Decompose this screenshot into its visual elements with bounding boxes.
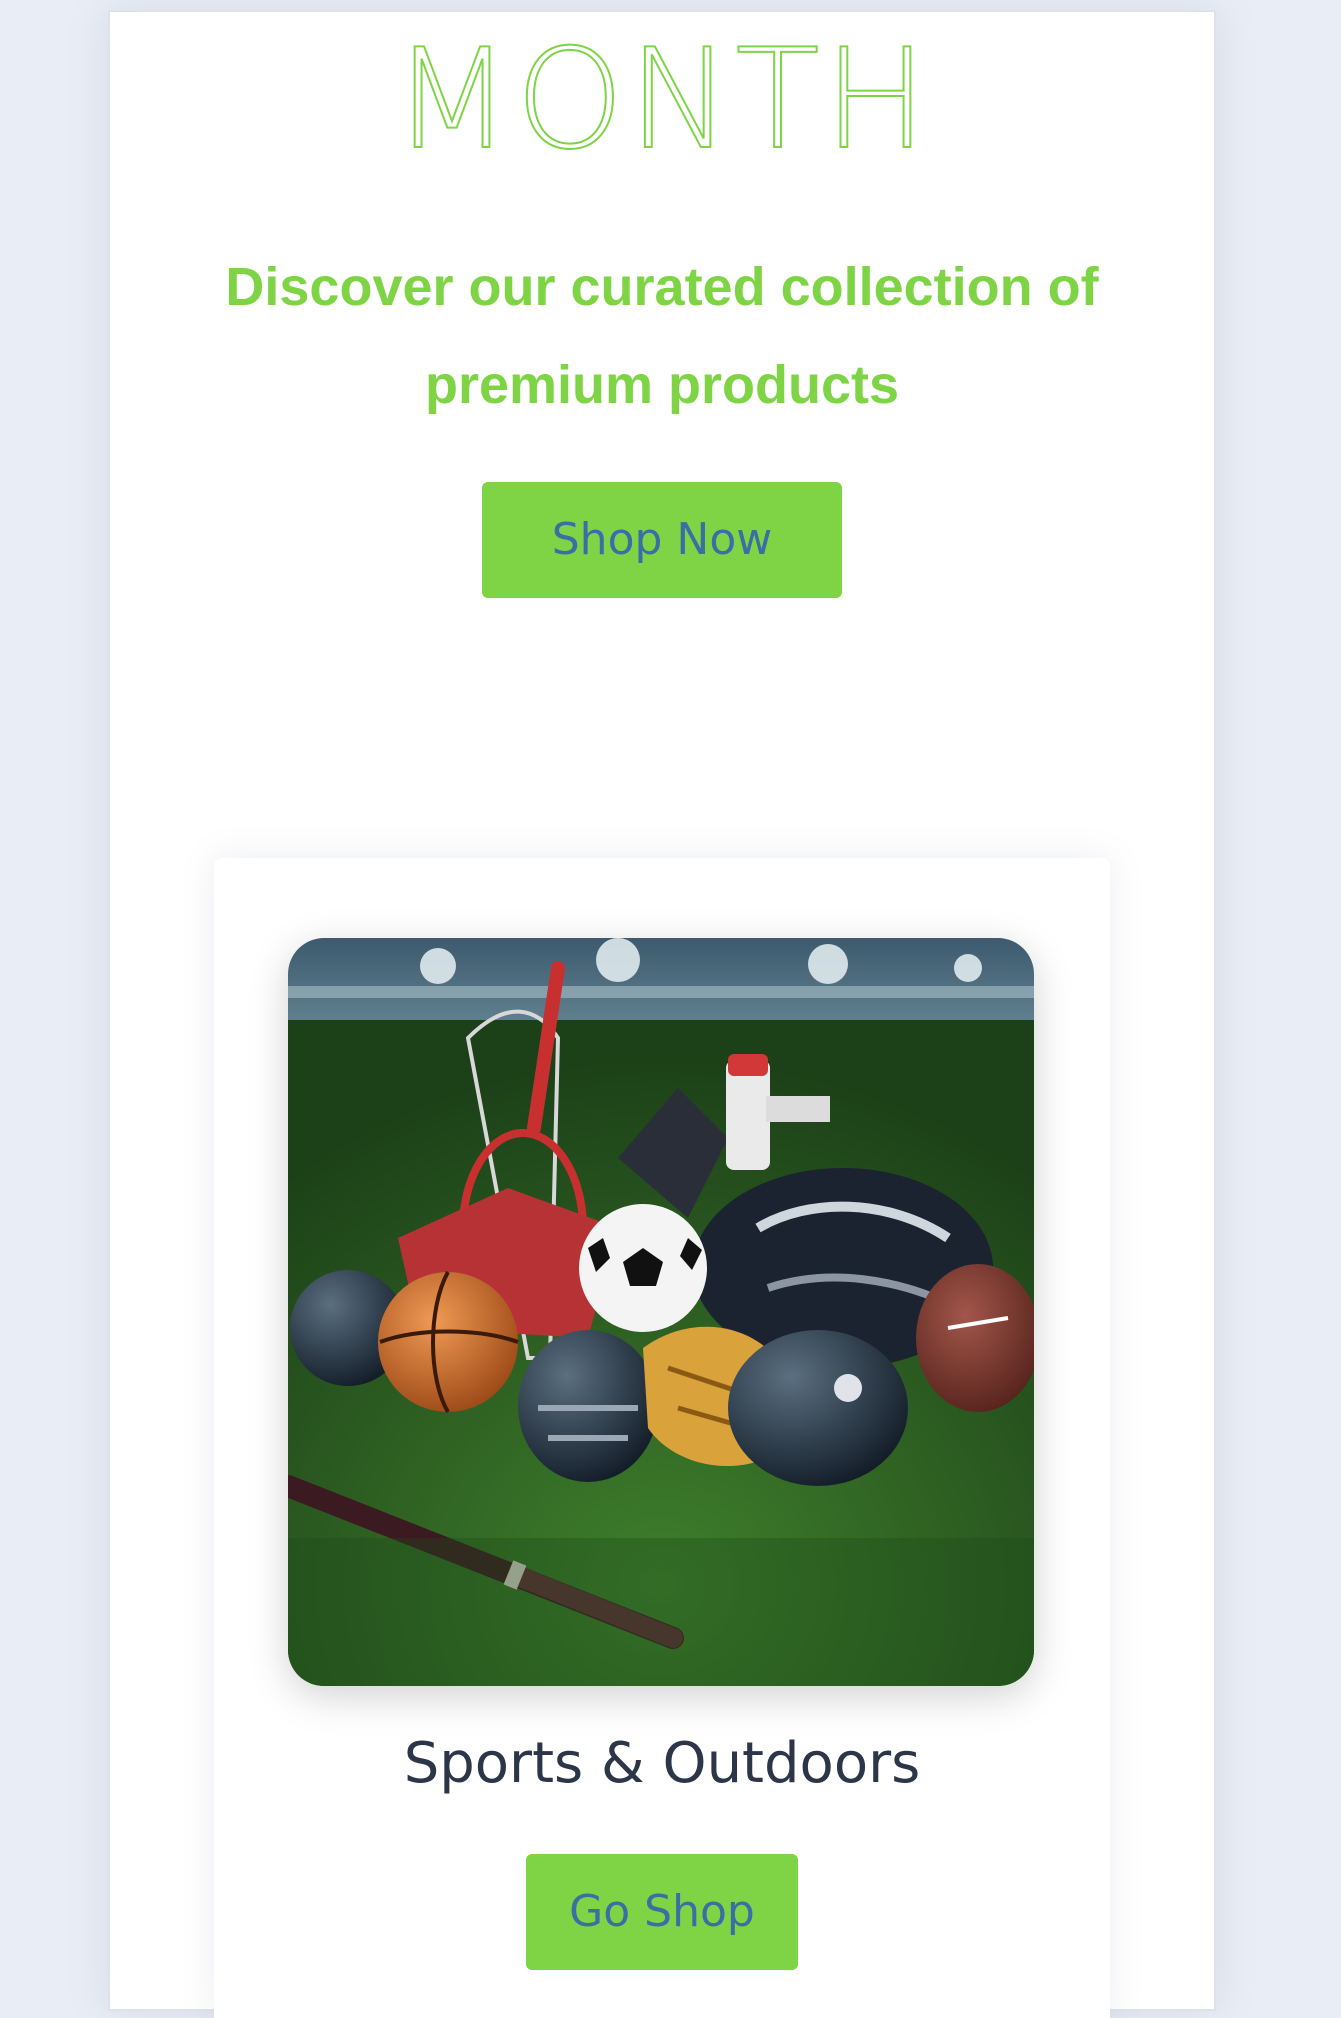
hero-headline: MONTH xyxy=(392,19,932,181)
hero-subtitle: Discover our curated collection of premi… xyxy=(110,238,1214,434)
shop-now-button[interactable]: Shop Now xyxy=(482,482,842,598)
sports-equipment-illustration xyxy=(288,938,1034,1686)
go-shop-button[interactable]: Go Shop xyxy=(526,1854,798,1970)
hero-subtitle-line-2: premium products xyxy=(424,355,900,415)
sports-equipment-image[interactable] xyxy=(288,938,1034,1686)
hero-subtitle-line-1: Discover our curated collection of xyxy=(225,257,1099,317)
category-title: Sports & Outdoors xyxy=(403,1731,921,1796)
category-card: Sports & Outdoors Go Shop xyxy=(214,858,1110,2018)
email-content-panel: MONTH Discover our curated collection of… xyxy=(110,12,1214,2018)
